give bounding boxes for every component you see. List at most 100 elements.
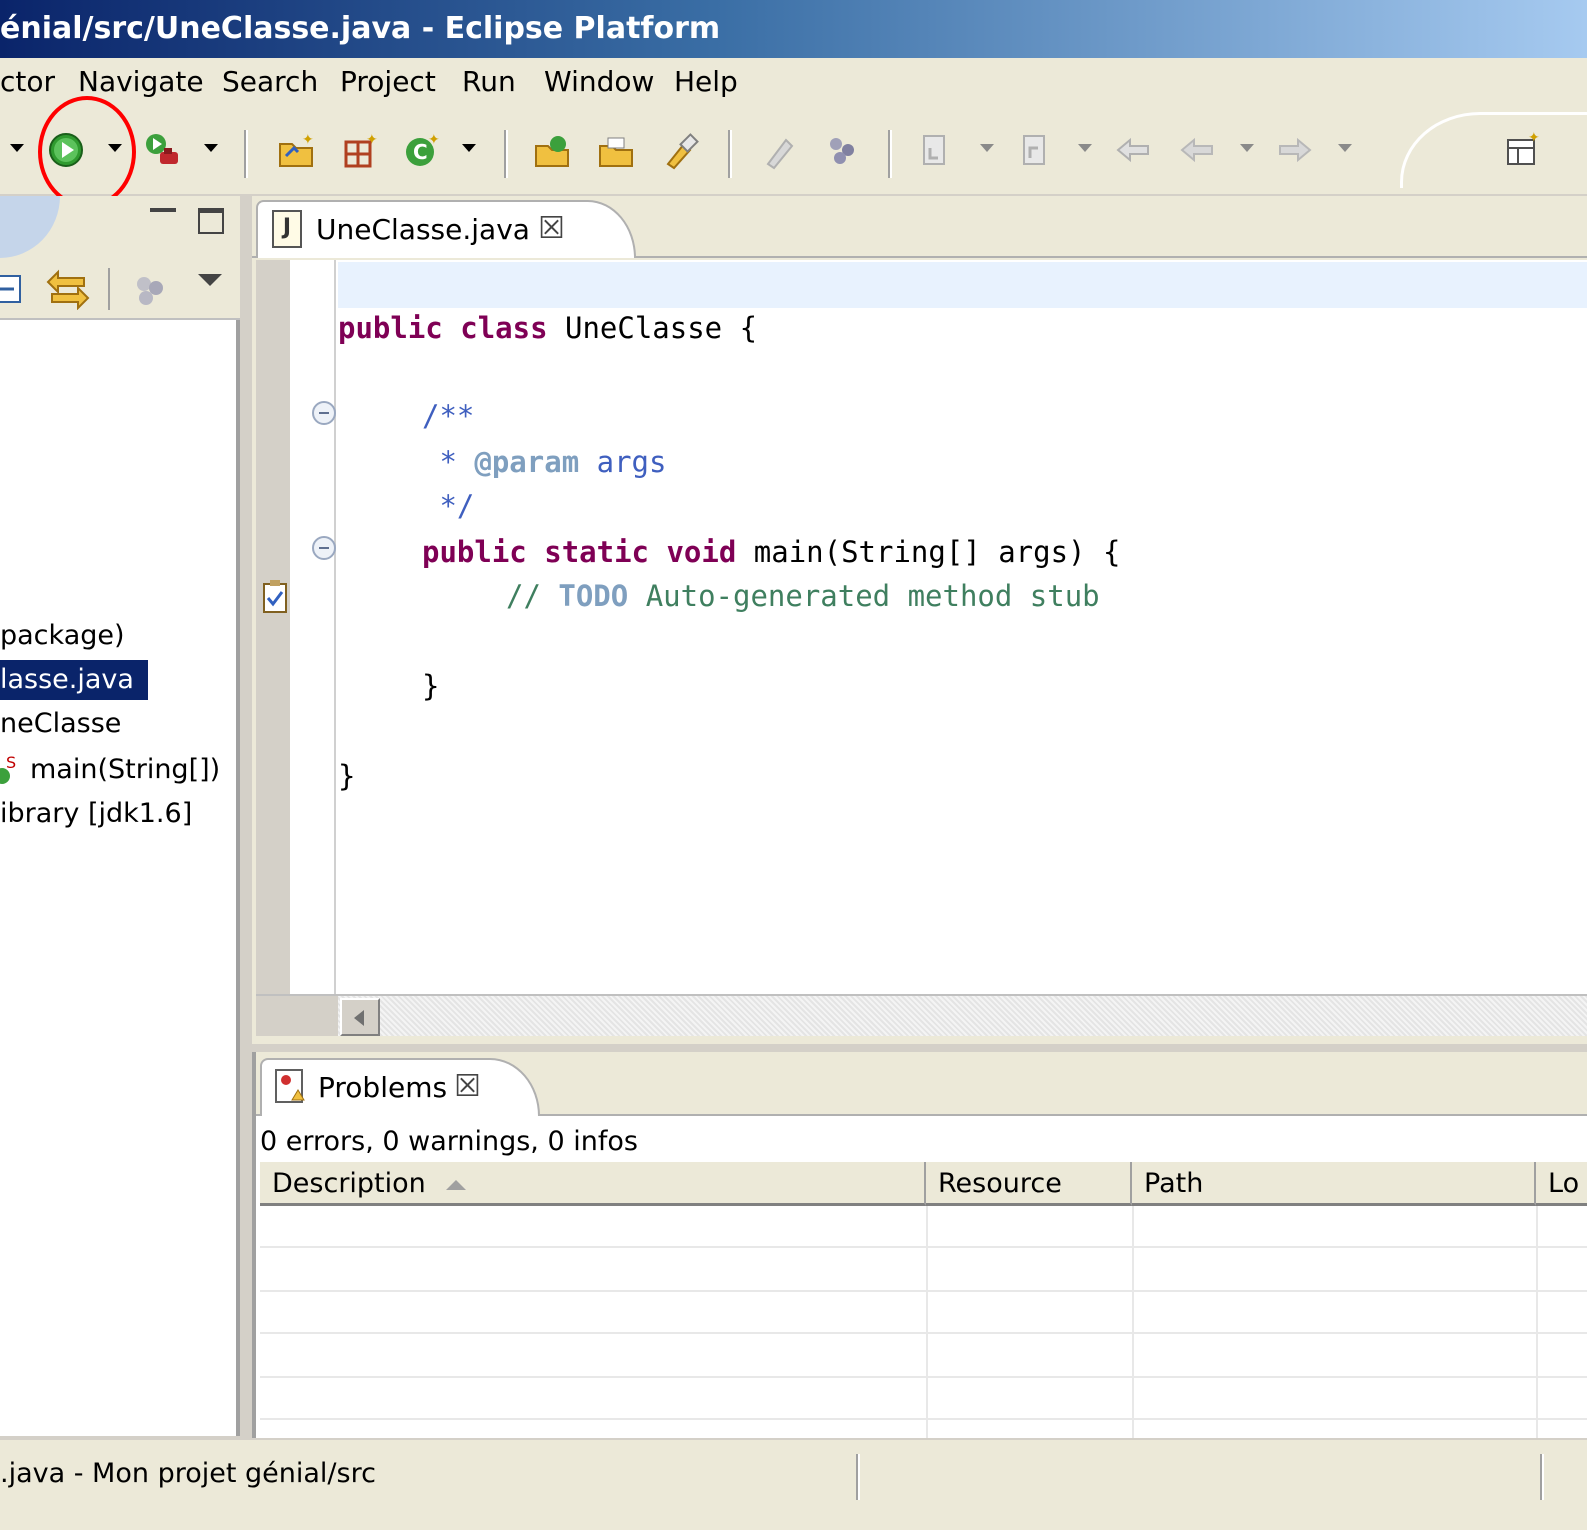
- problems-tab[interactable]: Problems ☒: [260, 1058, 540, 1116]
- menu-search[interactable]: Search: [222, 64, 318, 100]
- previous-annotation-dropdown-arrow[interactable]: [1078, 144, 1092, 152]
- close-icon[interactable]: ☒: [538, 212, 565, 246]
- new-class-button[interactable]: C ✦: [400, 128, 444, 172]
- toggle-mark-occurrences-button[interactable]: [758, 128, 802, 172]
- new-class-icon: C ✦: [406, 132, 440, 166]
- package-explorer-view: package) lasse.java neClasse S main(Stri…: [0, 196, 240, 1436]
- fold-method-icon[interactable]: [312, 536, 336, 560]
- svg-text:S: S: [6, 754, 16, 772]
- menu-help[interactable]: Help: [674, 64, 738, 100]
- external-tools-button[interactable]: [140, 128, 184, 172]
- collapse-all-icon[interactable]: [0, 270, 28, 308]
- table-row: [260, 1250, 1587, 1292]
- column-header-path[interactable]: Path: [1132, 1162, 1536, 1206]
- editor-tab-label: UneClasse.java: [316, 213, 530, 246]
- menu-bar: ctor Navigate Search Project Run Window …: [0, 58, 1587, 108]
- link-with-editor-icon[interactable]: [44, 268, 92, 310]
- main-toolbar: ✦ ✦ C ✦ ✦: [0, 108, 1587, 194]
- sort-ascending-icon: [445, 1179, 466, 1190]
- table-row: [260, 1292, 1587, 1334]
- new-class-dropdown-arrow[interactable]: [462, 144, 476, 152]
- back-dropdown-arrow[interactable]: [1240, 144, 1254, 152]
- table-row: [260, 1378, 1587, 1420]
- column-header-location[interactable]: Lo: [1536, 1162, 1587, 1206]
- horizontal-scrollbar[interactable]: [256, 994, 1587, 1036]
- back-button[interactable]: [1176, 128, 1220, 172]
- open-task-icon: [599, 137, 633, 167]
- back-arrow-icon: [1180, 137, 1213, 163]
- svg-text:C: C: [413, 140, 428, 164]
- package-explorer-tab[interactable]: [0, 196, 60, 258]
- table-row: [260, 1206, 1587, 1248]
- tree-item-main-method[interactable]: S main(String[]): [0, 750, 240, 790]
- last-edit-icon: [1116, 137, 1149, 163]
- column-divider: [926, 1206, 928, 1438]
- public-static-method-icon: S: [0, 754, 16, 784]
- menu-project[interactable]: Project: [340, 64, 436, 100]
- code-line-javadoc-close: */: [422, 489, 475, 523]
- previous-annotation-button[interactable]: [1012, 128, 1056, 172]
- scroll-left-button[interactable]: [340, 998, 380, 1036]
- tree-item-uneclasse-java[interactable]: lasse.java: [0, 660, 148, 700]
- column-header-description[interactable]: Description: [260, 1162, 926, 1206]
- toolbar-separator: [244, 130, 248, 178]
- table-row: [260, 1336, 1587, 1378]
- toolbar-separator: [888, 130, 892, 178]
- new-java-project-icon: ✦: [279, 132, 314, 167]
- forward-arrow-icon: [1279, 137, 1312, 163]
- forward-dropdown-arrow[interactable]: [1338, 144, 1352, 152]
- search-button[interactable]: [658, 128, 702, 172]
- external-tools-icon: [146, 134, 178, 164]
- external-tools-dropdown-arrow[interactable]: [204, 144, 218, 152]
- search-flashlight-icon: [666, 133, 699, 170]
- menu-refactor[interactable]: ctor: [0, 64, 55, 100]
- tree-item-default-package[interactable]: package): [0, 616, 125, 656]
- next-annotation-dropdown-arrow[interactable]: [980, 144, 994, 152]
- filters-icon[interactable]: [132, 272, 172, 308]
- open-type-button[interactable]: [530, 128, 574, 172]
- editor-tab-uneclasse[interactable]: J UneClasse.java ☒: [256, 200, 636, 258]
- column-divider: [1132, 1206, 1134, 1438]
- java-file-icon: J: [272, 210, 302, 248]
- forward-button[interactable]: [1272, 128, 1316, 172]
- problems-tab-label: Problems: [318, 1071, 448, 1104]
- debug-dropdown-arrow[interactable]: [10, 144, 24, 152]
- whitespace-icon: [830, 138, 854, 164]
- vertical-ruler: [256, 260, 290, 994]
- problems-table: Description Resource Path Lo: [260, 1162, 1587, 1438]
- close-icon[interactable]: ☒: [454, 1070, 481, 1104]
- last-edit-location-button[interactable]: [1112, 128, 1156, 172]
- column-divider: [1536, 1206, 1538, 1438]
- open-task-button[interactable]: [594, 128, 638, 172]
- window-title: énial/src/UneClasse.java - Eclipse Platf…: [0, 11, 721, 46]
- window-title-bar: énial/src/UneClasse.java - Eclipse Platf…: [0, 0, 1587, 58]
- open-type-icon: [535, 136, 569, 167]
- menu-run[interactable]: Run: [462, 64, 516, 100]
- svg-text:✦: ✦: [366, 132, 378, 148]
- code-line-javadoc-param: * @param args: [422, 445, 667, 479]
- code-line-javadoc-open: /**: [422, 399, 475, 433]
- maximize-icon[interactable]: [198, 208, 224, 234]
- menu-navigate[interactable]: Navigate: [78, 64, 204, 100]
- minimize-icon[interactable]: [150, 208, 176, 212]
- menu-window[interactable]: Window: [544, 64, 654, 100]
- new-package-button[interactable]: ✦: [338, 128, 382, 172]
- svg-text:✦: ✦: [302, 132, 314, 148]
- next-annotation-button[interactable]: [914, 128, 958, 172]
- view-menu-icon[interactable]: [198, 274, 222, 286]
- tree-item-uneclasse-type[interactable]: neClasse: [0, 704, 121, 744]
- task-marker-icon[interactable]: [262, 578, 288, 614]
- toolbar-separator: [108, 268, 110, 310]
- column-header-resource[interactable]: Resource: [926, 1162, 1132, 1206]
- show-whitespace-button[interactable]: [820, 128, 864, 172]
- package-explorer-toolbar: [0, 258, 240, 320]
- code-line-class-close: }: [338, 759, 356, 793]
- tree-item-jre-library[interactable]: ibrary [jdk1.6]: [0, 794, 192, 834]
- code-area[interactable]: public class UneClasse { /** * @param ar…: [256, 260, 1587, 994]
- code-line-class-declaration: public class UneClasse {: [338, 311, 758, 345]
- new-java-project-button[interactable]: ✦: [274, 128, 318, 172]
- fold-javadoc-icon[interactable]: [312, 401, 336, 425]
- highlighter-icon: [766, 138, 794, 170]
- problems-view: Problems ☒ 0 errors, 0 warnings, 0 infos…: [252, 1052, 1587, 1438]
- status-bar: .java - Mon projet génial/src: [0, 1440, 1587, 1530]
